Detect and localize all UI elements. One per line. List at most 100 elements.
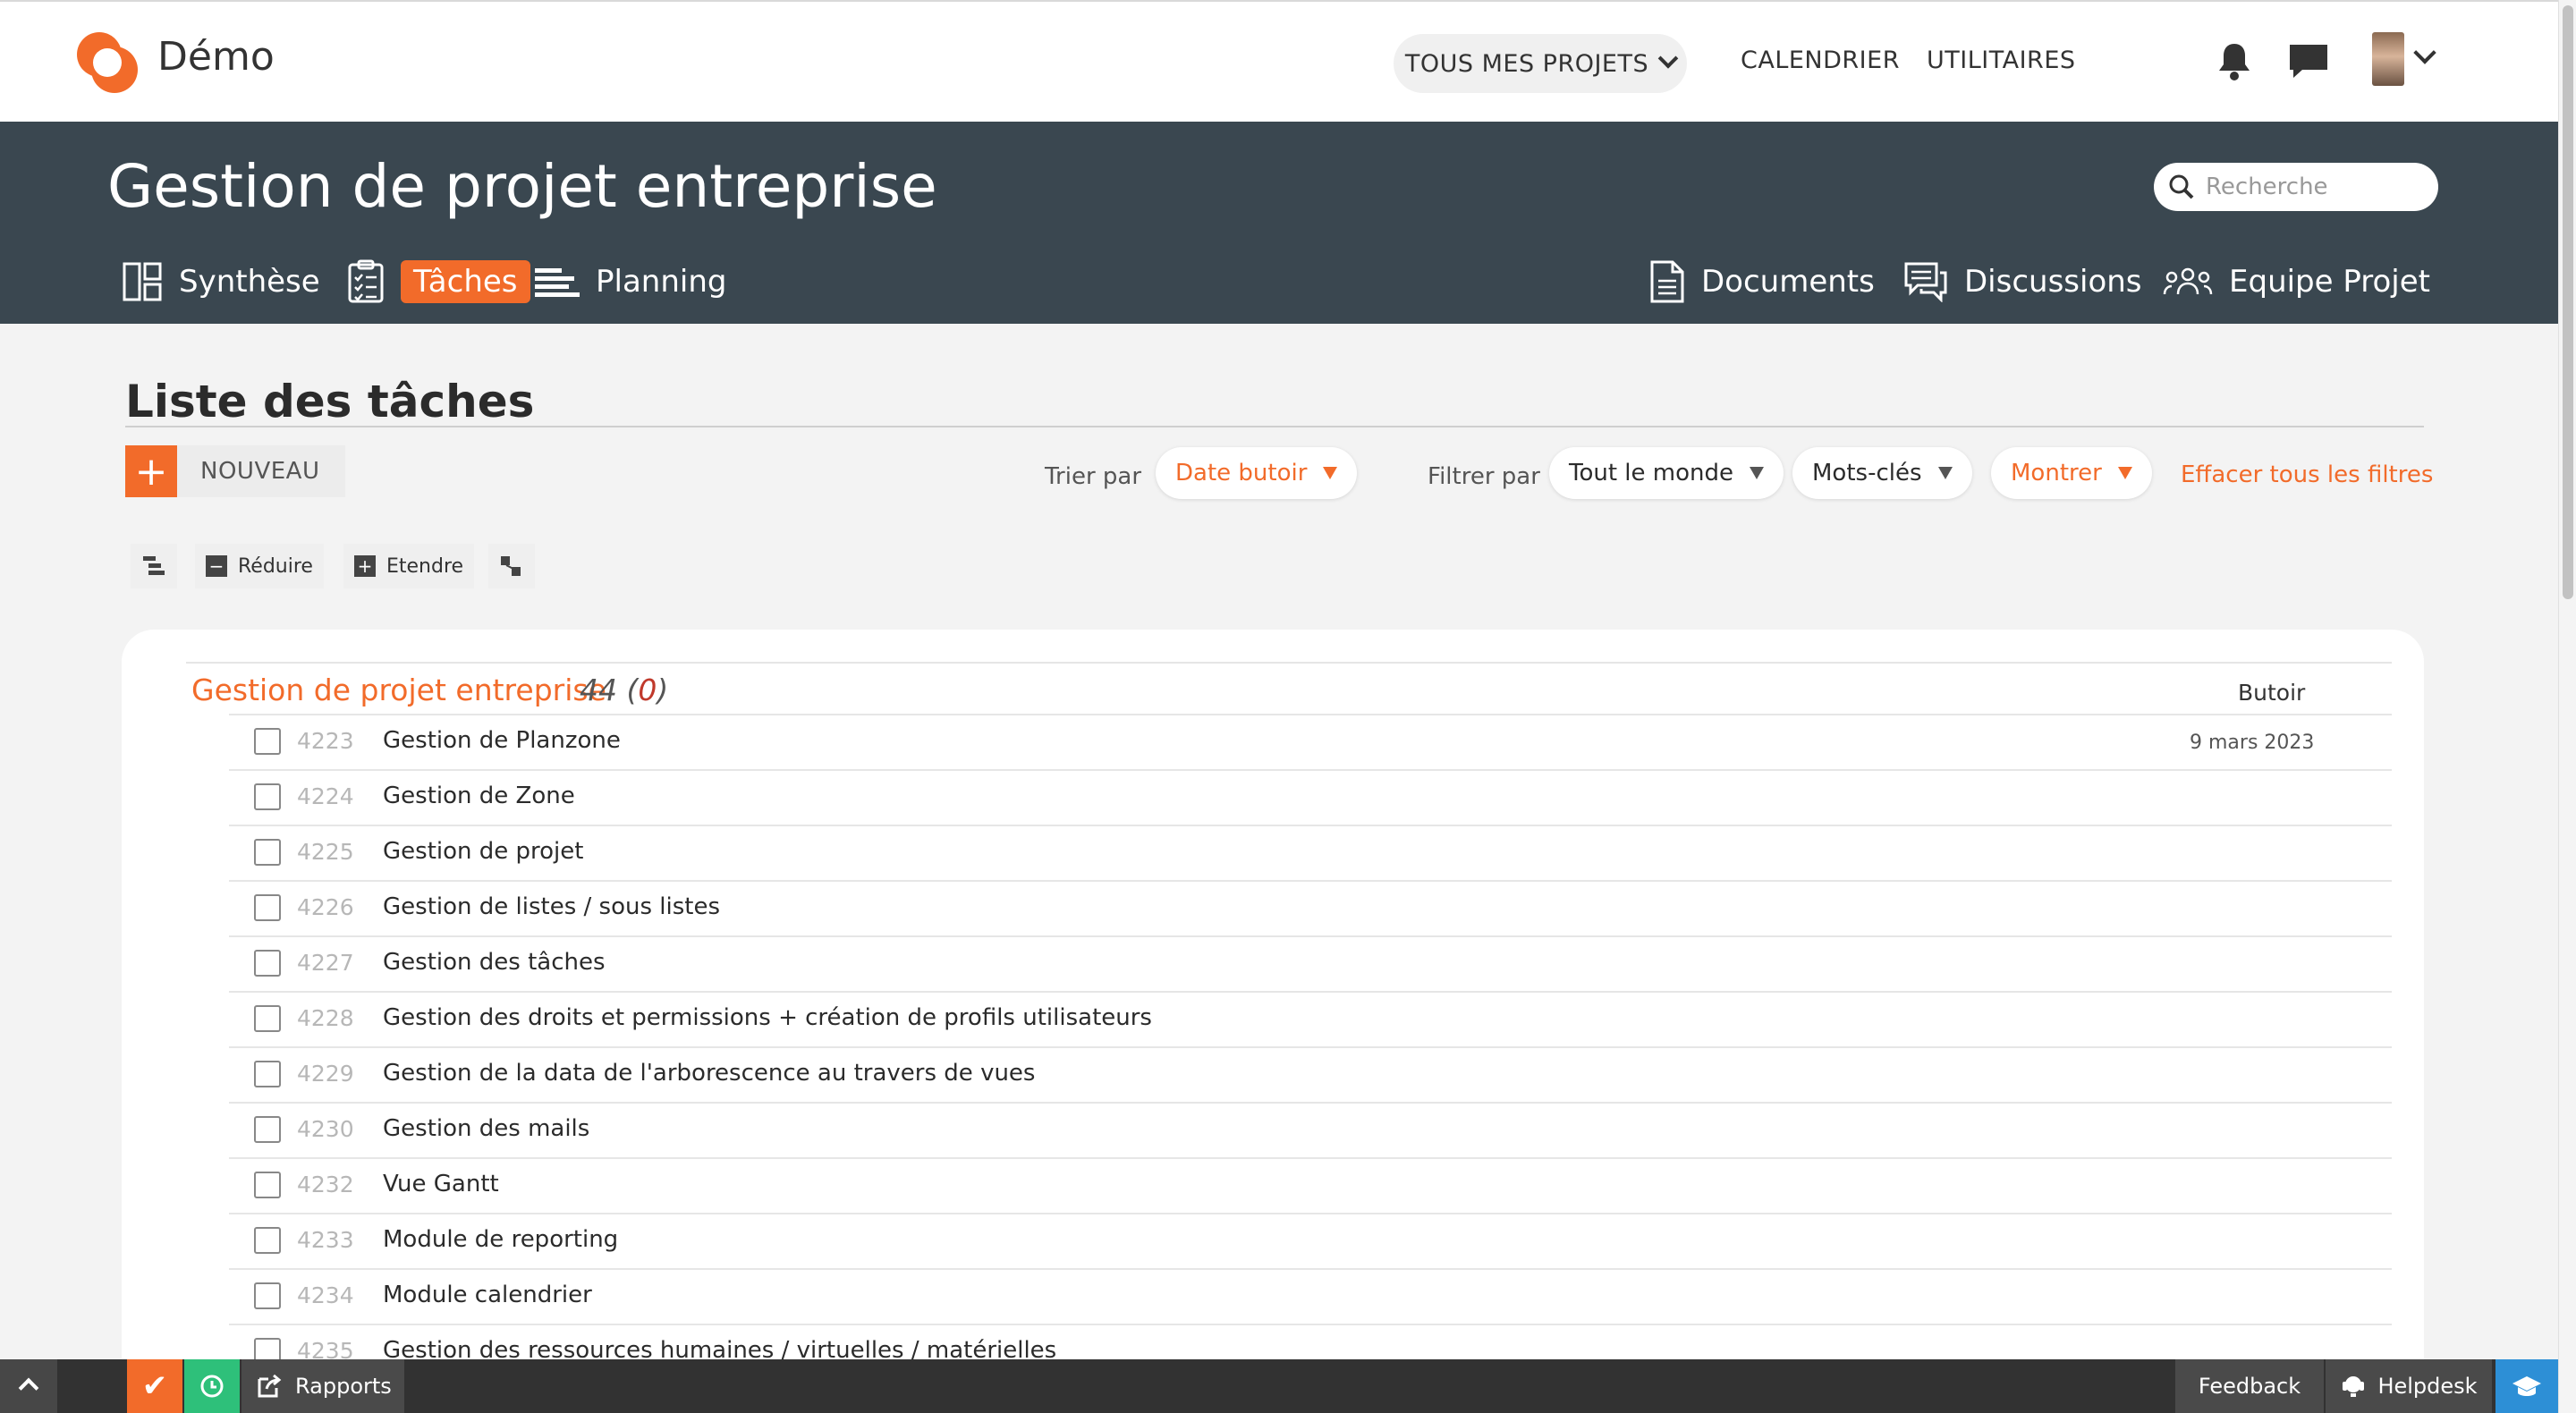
task-checkbox[interactable] [254, 1005, 281, 1032]
all-projects-dropdown[interactable]: TOUS MES PROJETS [1394, 34, 1687, 93]
task-checkbox[interactable] [254, 1172, 281, 1198]
helpdesk-button[interactable]: Helpdesk [2326, 1359, 2492, 1413]
scroll-top-button[interactable] [0, 1359, 57, 1413]
filter-people-value: Tout le monde [1569, 460, 1734, 487]
expand-label: Etendre [386, 554, 464, 578]
expand-all-button[interactable]: + Etendre [343, 544, 475, 588]
task-row[interactable]: 4228 Gestion des droits et permissions +… [229, 991, 2392, 1046]
reports-button[interactable]: Rapports [242, 1359, 404, 1413]
task-name[interactable]: Gestion de listes / sous listes [383, 893, 720, 920]
plus-icon: + [125, 445, 177, 497]
task-name[interactable]: Gestion des mails [383, 1115, 589, 1142]
utilities-link[interactable]: UTILITAIRES [1927, 47, 2076, 74]
task-name[interactable]: Module de reporting [383, 1226, 618, 1253]
task-row[interactable]: 4233 Module de reporting [229, 1213, 2392, 1268]
caret-down-icon [1750, 467, 1765, 479]
task-name[interactable]: Gestion de la data de l'arborescence au … [383, 1060, 1035, 1087]
task-name[interactable]: Vue Gantt [383, 1171, 499, 1197]
task-id: 4230 [297, 1116, 354, 1142]
task-name[interactable]: Gestion des tâches [383, 949, 606, 976]
filter-people-dropdown[interactable]: Tout le monde [1549, 447, 1784, 499]
task-name[interactable]: Gestion de Zone [383, 783, 575, 809]
checklist-icon [348, 259, 384, 303]
search-input[interactable] [2206, 170, 2420, 204]
app-name[interactable]: Démo [157, 34, 275, 80]
caret-down-icon [2117, 467, 2132, 479]
tab-documents[interactable]: Documents [1649, 256, 1875, 308]
feedback-button[interactable]: Feedback [2175, 1359, 2324, 1413]
task-row[interactable]: 4226 Gestion de listes / sous listes [229, 880, 2392, 935]
task-name[interactable]: Gestion de projet [383, 838, 583, 865]
task-checkbox[interactable] [254, 1116, 281, 1143]
task-id: 4227 [297, 950, 354, 976]
task-id: 4234 [297, 1282, 354, 1308]
sort-dropdown[interactable]: Date butoir [1156, 447, 1358, 499]
search-box[interactable] [2154, 163, 2438, 211]
page-scrollbar[interactable] [2558, 0, 2576, 1413]
task-row[interactable]: 4234 Module calendrier [229, 1268, 2392, 1324]
title-divider [125, 426, 2424, 427]
clock-icon [200, 1375, 224, 1398]
calendar-link[interactable]: CALENDRIER [1741, 47, 1900, 74]
task-checkbox[interactable] [254, 1227, 281, 1254]
chevron-down-icon [1657, 48, 1679, 69]
bottom-toolbar: ✔ Rapports Feedback Helpdesk [0, 1359, 2558, 1413]
task-row[interactable]: 4223 Gestion de Planzone 9 mars 2023 [229, 714, 2392, 769]
chevron-up-icon [18, 1377, 39, 1399]
chevron-down-icon[interactable] [2413, 41, 2436, 64]
task-checkbox[interactable] [254, 783, 281, 810]
tab-planning[interactable]: Planning [533, 256, 726, 308]
task-checkbox[interactable] [254, 950, 281, 977]
team-icon [2163, 267, 2213, 295]
messages-icon[interactable] [2288, 43, 2329, 80]
clear-filters-link[interactable]: Effacer tous les filtres [2181, 461, 2433, 488]
filter-show-dropdown[interactable]: Montrer [1991, 447, 2152, 499]
graduation-cap-icon [2512, 1376, 2541, 1396]
user-avatar[interactable] [2372, 32, 2404, 86]
task-name[interactable]: Gestion de Planzone [383, 727, 621, 754]
task-row[interactable]: 4230 Gestion des mails [229, 1102, 2392, 1157]
scrollbar-thumb[interactable] [2563, 5, 2573, 599]
filter-keywords-dropdown[interactable]: Mots-clés [1792, 447, 1972, 499]
task-checkbox[interactable] [254, 1061, 281, 1087]
sort-value: Date butoir [1175, 460, 1308, 487]
notifications-bell-icon[interactable] [2216, 41, 2252, 82]
due-column-header[interactable]: Butoir [2238, 680, 2305, 706]
group-title-link[interactable]: Gestion de projet entreprise [191, 673, 606, 707]
task-row[interactable]: 4229 Gestion de la data de l'arborescenc… [229, 1046, 2392, 1102]
my-tasks-button[interactable]: ✔ [127, 1359, 182, 1413]
task-row[interactable]: 4224 Gestion de Zone [229, 769, 2392, 825]
dashboard-icon [123, 262, 162, 301]
task-checkbox[interactable] [254, 728, 281, 755]
task-id: 4226 [297, 894, 354, 920]
tab-synthese-label: Synthèse [179, 264, 320, 300]
toggle-subtasks-button[interactable] [488, 544, 535, 588]
new-task-button[interactable]: + NOUVEAU [125, 445, 345, 497]
hierarchy-view-button[interactable] [131, 544, 177, 588]
collapse-all-button[interactable]: − Réduire [195, 544, 324, 588]
task-name[interactable]: Module calendrier [383, 1282, 592, 1308]
task-checkbox[interactable] [254, 894, 281, 921]
tab-taches-label: Tâches [401, 260, 530, 303]
academy-button[interactable] [2496, 1359, 2558, 1413]
timesheet-button[interactable] [184, 1359, 240, 1413]
tab-taches[interactable]: Tâches [347, 256, 530, 308]
task-count: 44 [580, 673, 617, 707]
task-row[interactable]: 4232 Vue Gantt [229, 1157, 2392, 1213]
task-row[interactable]: 4225 Gestion de projet [229, 825, 2392, 880]
tab-equipe-projet-label: Equipe Projet [2229, 264, 2431, 300]
tab-discussions[interactable]: Discussions [1903, 256, 2142, 308]
task-checkbox[interactable] [254, 1282, 281, 1309]
share-report-icon [258, 1374, 282, 1398]
caret-down-icon [1937, 467, 1953, 479]
task-row[interactable]: 4227 Gestion des tâches [229, 935, 2392, 991]
task-list-title: Liste des tâches [125, 376, 535, 427]
app-logo-icon[interactable] [77, 32, 138, 93]
feedback-label: Feedback [2198, 1374, 2301, 1399]
task-name[interactable]: Gestion des droits et permissions + créa… [383, 1004, 1152, 1031]
tab-equipe-projet[interactable]: Equipe Projet [2163, 256, 2430, 308]
task-id: 4233 [297, 1227, 354, 1253]
task-checkbox[interactable] [254, 839, 281, 866]
document-icon [1650, 260, 1684, 303]
tab-synthese[interactable]: Synthèse [122, 256, 320, 308]
